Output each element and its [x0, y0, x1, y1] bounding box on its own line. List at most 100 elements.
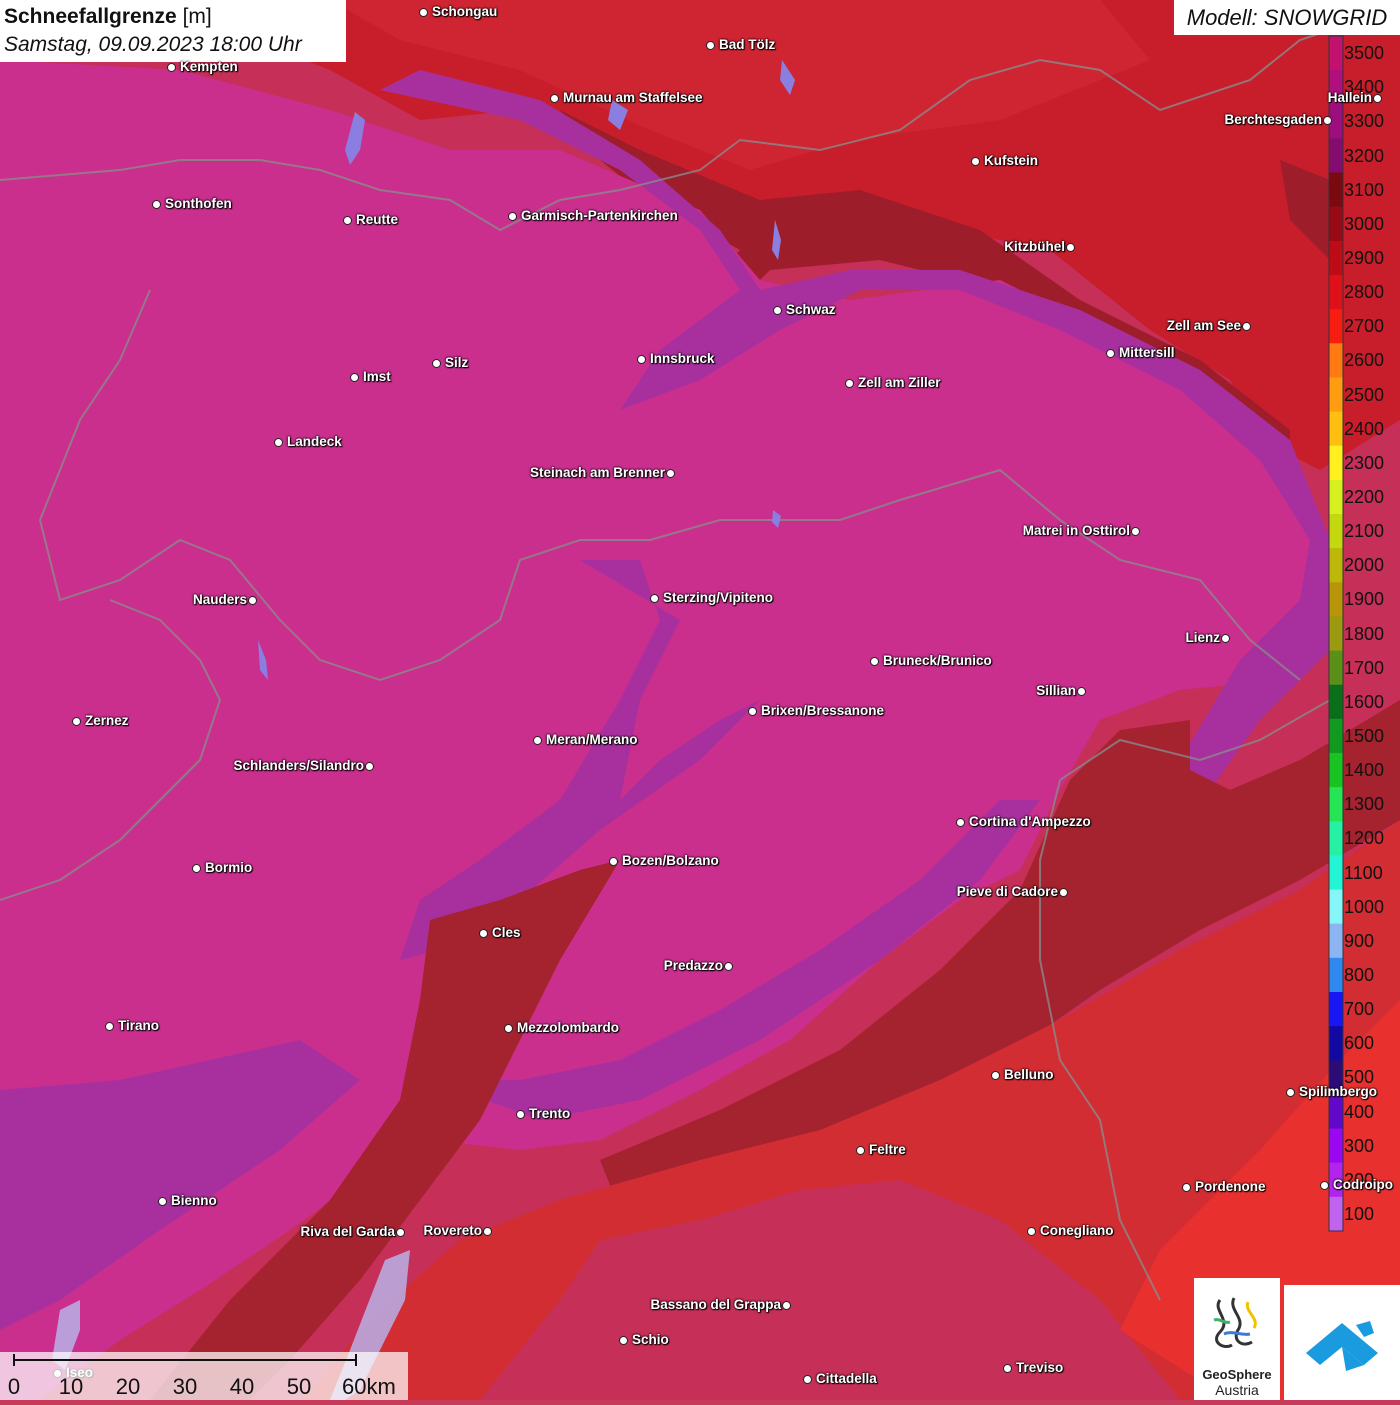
city-marker-icon[interactable] — [803, 1375, 812, 1384]
city-label[interactable]: Sillian — [1036, 684, 1076, 698]
city-marker-icon[interactable] — [609, 857, 618, 866]
city-label[interactable]: Schwaz — [786, 303, 836, 317]
city-label[interactable]: Feltre — [869, 1143, 906, 1157]
city-label[interactable]: Sonthofen — [165, 197, 232, 211]
city-label[interactable]: Bassano del Grappa — [650, 1298, 781, 1312]
city-marker-icon[interactable] — [971, 157, 980, 166]
city-label[interactable]: Pordenone — [1195, 1180, 1266, 1194]
city-marker-icon[interactable] — [550, 94, 559, 103]
city-label[interactable]: Nauders — [193, 593, 247, 607]
city-label[interactable]: Rovereto — [423, 1224, 482, 1238]
city-marker-icon[interactable] — [1182, 1183, 1191, 1192]
city-label[interactable]: Tirano — [118, 1019, 159, 1033]
city-label[interactable]: Berchtesgaden — [1224, 113, 1322, 127]
city-label[interactable]: Conegliano — [1040, 1224, 1114, 1238]
city-label[interactable]: Meran/Merano — [546, 733, 638, 747]
city-marker-icon[interactable] — [105, 1022, 114, 1031]
city-marker-icon[interactable] — [1373, 94, 1382, 103]
city-marker-icon[interactable] — [504, 1024, 513, 1033]
city-marker-icon[interactable] — [1323, 116, 1332, 125]
city-marker-icon[interactable] — [419, 8, 428, 17]
city-marker-icon[interactable] — [508, 212, 517, 221]
city-marker-icon[interactable] — [533, 736, 542, 745]
city-label[interactable]: Innsbruck — [650, 352, 715, 366]
city-marker-icon[interactable] — [396, 1228, 405, 1237]
city-marker-icon[interactable] — [1059, 888, 1068, 897]
city-marker-icon[interactable] — [1286, 1088, 1295, 1097]
city-marker-icon[interactable] — [619, 1336, 628, 1345]
city-label[interactable]: Bruneck/Brunico — [883, 654, 992, 668]
city-label[interactable]: Reutte — [356, 213, 398, 227]
city-label[interactable]: Brixen/Bressanone — [761, 704, 884, 718]
city-label[interactable]: Pieve di Cadore — [957, 885, 1058, 899]
city-marker-icon[interactable] — [1131, 527, 1140, 536]
city-marker-icon[interactable] — [192, 864, 201, 873]
city-label[interactable]: Matrei in Osttirol — [1023, 524, 1130, 538]
city-marker-icon[interactable] — [666, 469, 675, 478]
city-marker-icon[interactable] — [1003, 1364, 1012, 1373]
city-label[interactable]: Murnau am Staffelsee — [563, 91, 703, 105]
city-marker-icon[interactable] — [748, 707, 757, 716]
city-marker-icon[interactable] — [773, 306, 782, 315]
city-marker-icon[interactable] — [1027, 1227, 1036, 1236]
city-marker-icon[interactable] — [991, 1071, 1000, 1080]
city-marker-icon[interactable] — [706, 41, 715, 50]
city-marker-icon[interactable] — [274, 438, 283, 447]
city-marker-icon[interactable] — [637, 355, 646, 364]
city-label[interactable]: Lienz — [1185, 631, 1220, 645]
city-marker-icon[interactable] — [956, 818, 965, 827]
city-marker-icon[interactable] — [856, 1146, 865, 1155]
city-label[interactable]: Codroipo — [1333, 1178, 1393, 1192]
city-marker-icon[interactable] — [72, 717, 81, 726]
city-marker-icon[interactable] — [650, 594, 659, 603]
city-marker-icon[interactable] — [845, 379, 854, 388]
city-label[interactable]: Schlanders/Silandro — [233, 759, 364, 773]
city-label[interactable]: Cortina d'Ampezzo — [969, 815, 1091, 829]
city-marker-icon[interactable] — [870, 657, 879, 666]
city-label[interactable]: Schio — [632, 1333, 669, 1347]
city-label[interactable]: Trento — [529, 1107, 570, 1121]
city-label[interactable]: Silz — [445, 356, 468, 370]
city-marker-icon[interactable] — [432, 359, 441, 368]
city-label[interactable]: Landeck — [287, 435, 342, 449]
city-label[interactable]: Zell am Ziller — [858, 376, 941, 390]
city-label[interactable]: Bozen/Bolzano — [622, 854, 719, 868]
city-marker-icon[interactable] — [343, 216, 352, 225]
city-label[interactable]: Imst — [363, 370, 391, 384]
city-marker-icon[interactable] — [365, 762, 374, 771]
city-label[interactable]: Kitzbühel — [1004, 240, 1065, 254]
app-logo[interactable] — [1284, 1285, 1400, 1400]
city-marker-icon[interactable] — [1242, 322, 1251, 331]
city-label[interactable]: Riva del Garda — [300, 1225, 395, 1239]
city-label[interactable]: Zell am See — [1167, 319, 1241, 333]
city-label[interactable]: Kempten — [180, 60, 238, 74]
city-label[interactable]: Bienno — [171, 1194, 217, 1208]
city-label[interactable]: Spilimbergo — [1299, 1085, 1377, 1099]
city-marker-icon[interactable] — [516, 1110, 525, 1119]
city-marker-icon[interactable] — [1320, 1181, 1329, 1190]
city-label[interactable]: Bormio — [205, 861, 252, 875]
city-label[interactable]: Kufstein — [984, 154, 1038, 168]
geosphere-logo[interactable]: GeoSphere Austria — [1194, 1278, 1280, 1400]
city-label[interactable]: Mittersill — [1119, 346, 1175, 360]
city-label[interactable]: Treviso — [1016, 1361, 1063, 1375]
city-marker-icon[interactable] — [724, 962, 733, 971]
city-marker-icon[interactable] — [167, 63, 176, 72]
city-marker-icon[interactable] — [152, 200, 161, 209]
city-label[interactable]: Belluno — [1004, 1068, 1054, 1082]
city-label[interactable]: Steinach am Brenner — [530, 466, 665, 480]
city-label[interactable]: Cittadella — [816, 1372, 877, 1386]
city-label[interactable]: Mezzolombardo — [517, 1021, 619, 1035]
city-label[interactable]: Sterzing/Vipiteno — [663, 591, 773, 605]
city-marker-icon[interactable] — [158, 1197, 167, 1206]
city-marker-icon[interactable] — [782, 1301, 791, 1310]
city-label[interactable]: Bad Tölz — [719, 38, 775, 52]
city-label[interactable]: Cles — [492, 926, 521, 940]
city-label[interactable]: Hallein — [1328, 91, 1372, 105]
city-label[interactable]: Zernez — [85, 714, 129, 728]
city-marker-icon[interactable] — [248, 596, 257, 605]
city-label[interactable]: Predazzo — [664, 959, 723, 973]
city-marker-icon[interactable] — [1106, 349, 1115, 358]
city-marker-icon[interactable] — [479, 929, 488, 938]
city-label[interactable]: Garmisch-Partenkirchen — [521, 209, 678, 223]
